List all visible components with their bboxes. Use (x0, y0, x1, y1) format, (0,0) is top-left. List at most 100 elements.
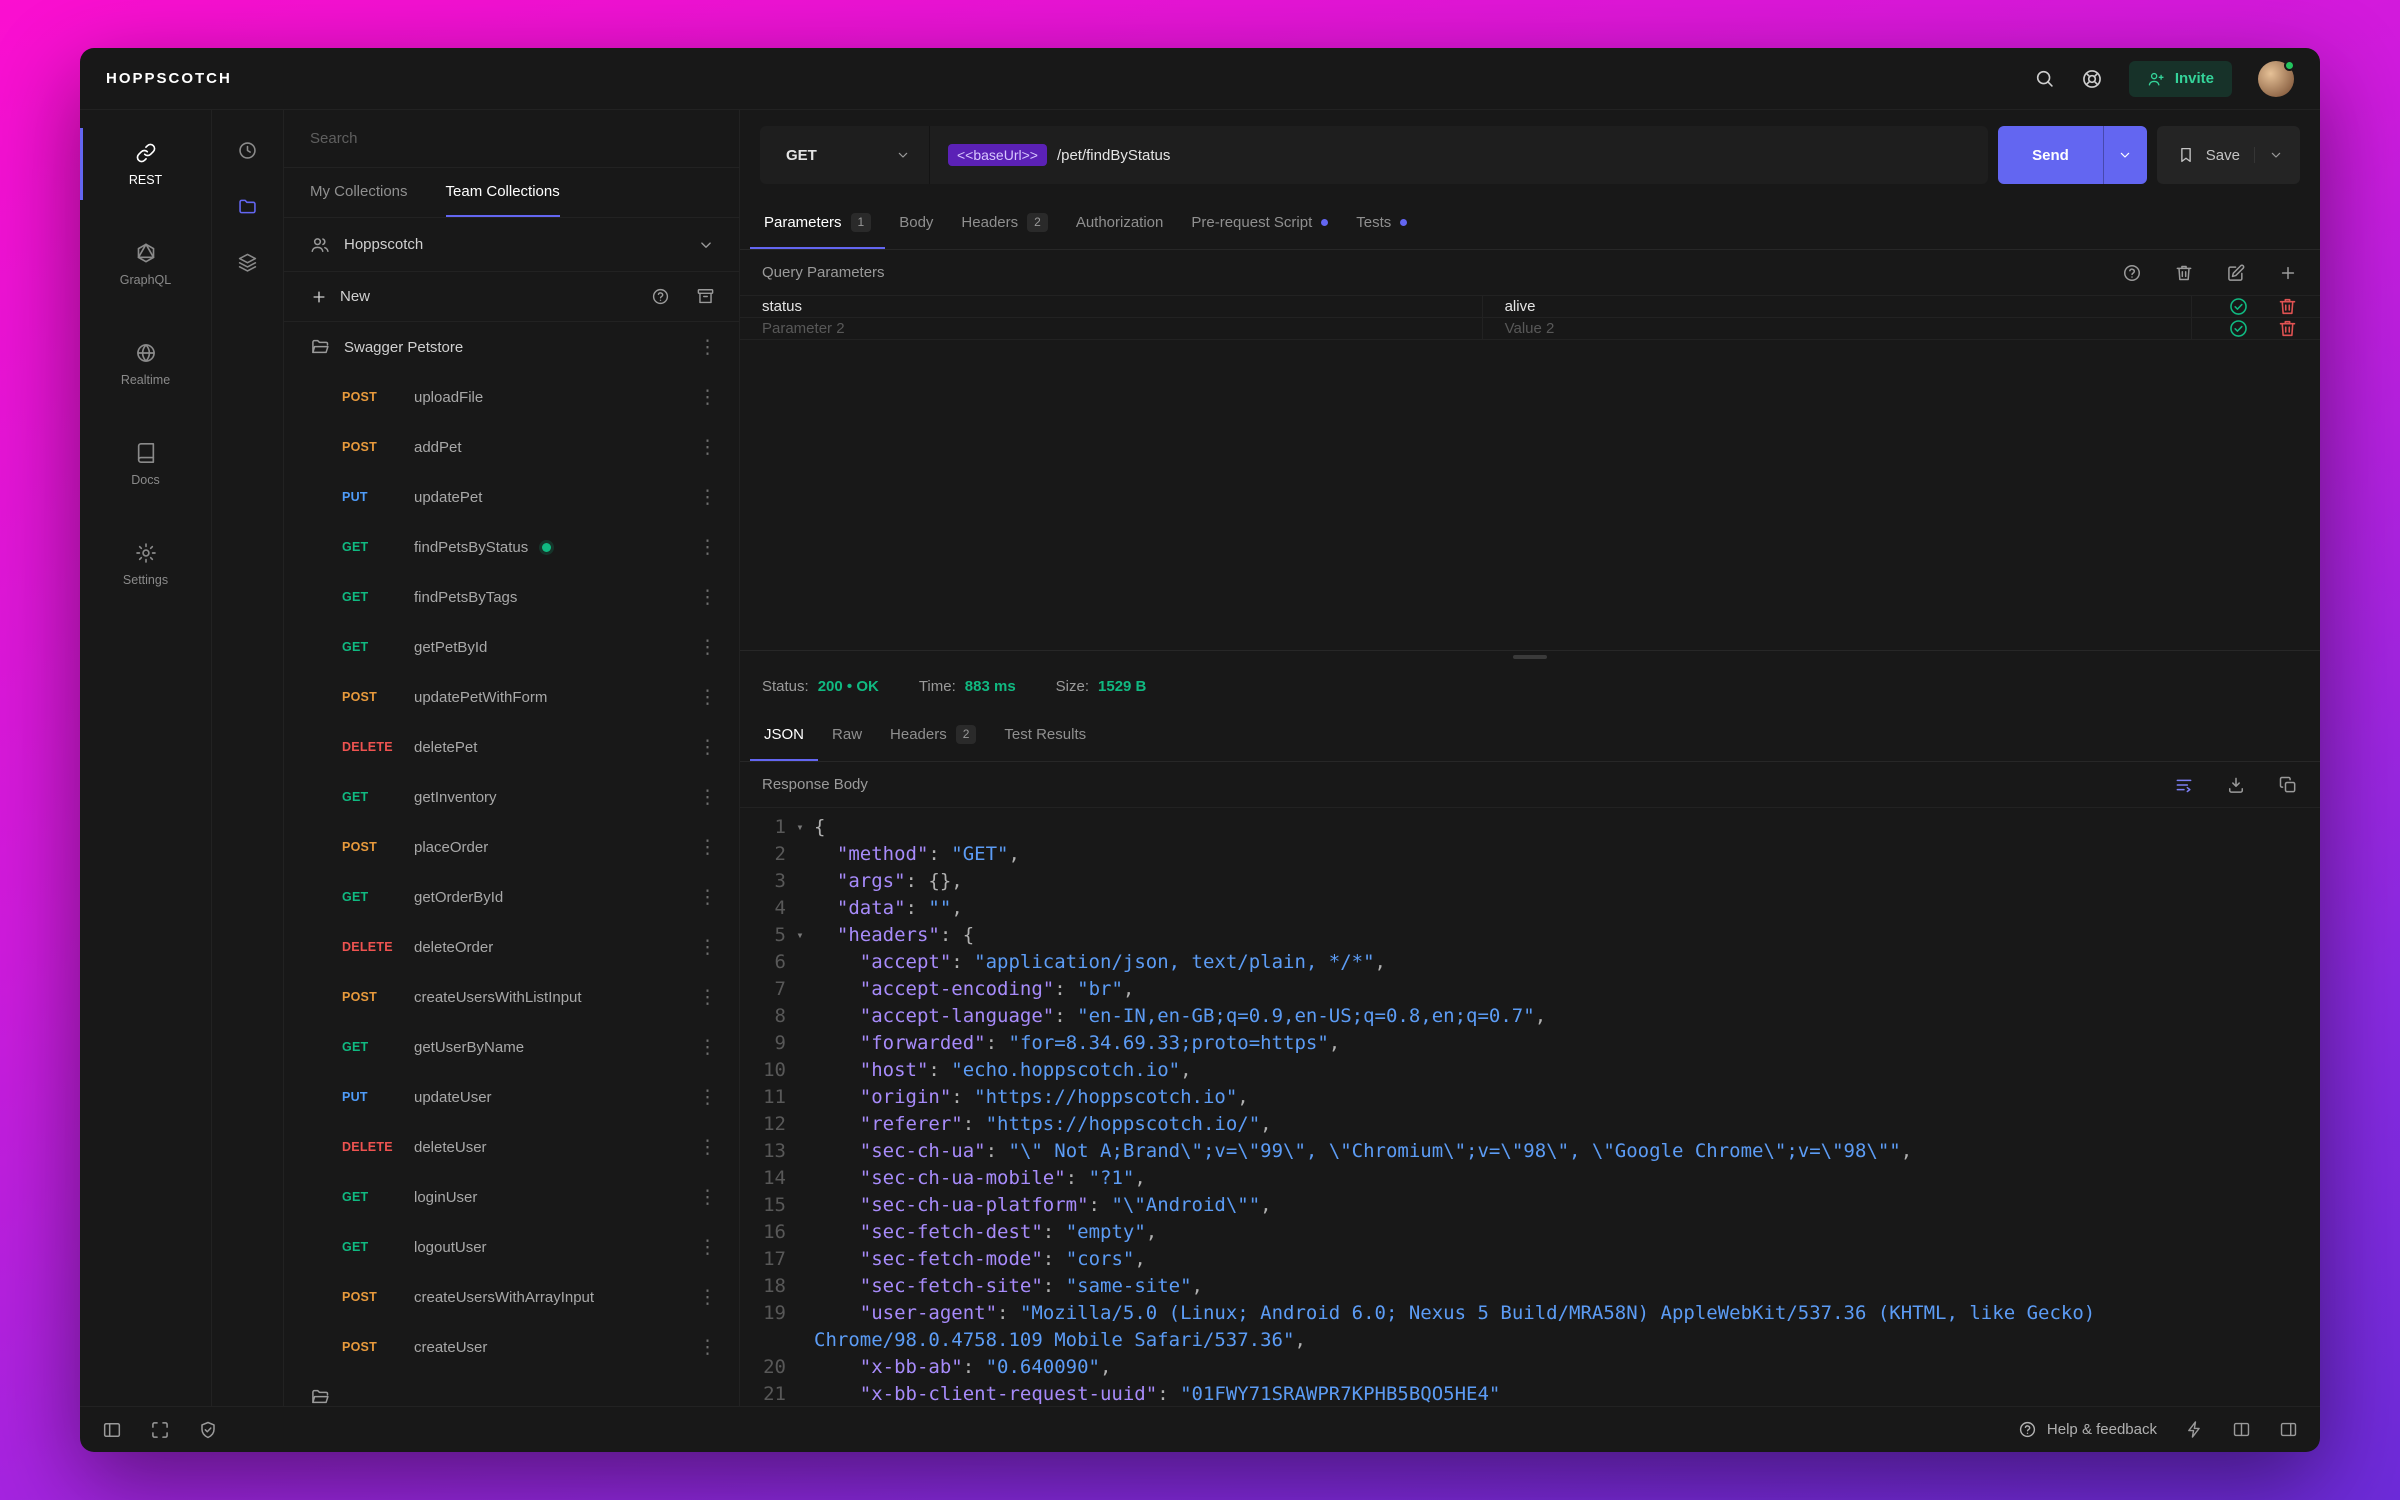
send-button[interactable]: Send (1998, 126, 2103, 184)
environment-variable-chip[interactable]: <<baseUrl>> (948, 144, 1047, 166)
method-select[interactable]: GET (760, 126, 930, 184)
avatar[interactable] (2258, 59, 2295, 97)
collection-request[interactable]: GET loginUser ⋮ (284, 1172, 739, 1222)
parameter-key-input[interactable]: status (740, 296, 1483, 317)
response-tab[interactable]: Headers 2 (876, 710, 990, 761)
request-tab[interactable]: Headers 2 (947, 198, 1061, 249)
nav-item-docs[interactable]: Docs (80, 414, 211, 514)
collection-folder-partial[interactable] (284, 1372, 739, 1406)
collection-folder[interactable]: Swagger Petstore ⋮ (284, 322, 739, 372)
clear-all-icon[interactable] (2174, 263, 2194, 283)
collection-request[interactable]: POST createUser ⋮ (284, 1322, 739, 1372)
request-tab[interactable]: Body (885, 198, 947, 249)
collections-tree[interactable]: Swagger Petstore ⋮ POST uploadFile ⋮ POS… (284, 322, 739, 1406)
fold-toggle-icon[interactable] (786, 1165, 814, 1192)
fold-toggle-icon[interactable] (786, 1381, 814, 1406)
add-parameter-icon[interactable] (2278, 263, 2298, 283)
collections-tab[interactable]: My Collections (310, 168, 408, 217)
request-menu-icon[interactable]: ⋮ (698, 488, 717, 507)
shortcuts-icon[interactable] (2185, 1420, 2204, 1439)
fold-toggle-icon[interactable] (786, 1219, 814, 1246)
fold-toggle-icon[interactable] (786, 1057, 814, 1084)
request-menu-icon[interactable]: ⋮ (698, 1238, 717, 1257)
collection-request[interactable]: POST addPet ⋮ (284, 422, 739, 472)
request-menu-icon[interactable]: ⋮ (698, 738, 717, 757)
nav-item-rest[interactable]: REST (80, 114, 211, 214)
fold-toggle-icon[interactable] (786, 1084, 814, 1111)
fold-toggle-icon[interactable] (786, 1300, 814, 1354)
fold-toggle-icon[interactable] (786, 1192, 814, 1219)
collection-request[interactable]: PUT updateUser ⋮ (284, 1072, 739, 1122)
request-menu-icon[interactable]: ⋮ (698, 588, 717, 607)
fold-toggle-icon[interactable] (786, 949, 814, 976)
request-menu-icon[interactable]: ⋮ (698, 1188, 717, 1207)
save-options-caret[interactable] (2254, 147, 2284, 163)
collection-request[interactable]: DELETE deletePet ⋮ (284, 722, 739, 772)
help-feedback-button[interactable]: Help & feedback (2018, 1420, 2157, 1439)
edit-icon[interactable] (2226, 263, 2246, 283)
collection-request[interactable]: POST placeOrder ⋮ (284, 822, 739, 872)
request-tab[interactable]: Authorization (1062, 198, 1178, 249)
nav-item-realtime[interactable]: Realtime (80, 314, 211, 414)
invite-button[interactable]: Invite (2128, 60, 2232, 97)
parameter-delete-icon[interactable] (2277, 296, 2298, 317)
request-menu-icon[interactable]: ⋮ (698, 838, 717, 857)
split-columns-icon[interactable] (2232, 1420, 2251, 1439)
request-menu-icon[interactable]: ⋮ (698, 538, 717, 557)
help-circle-icon[interactable] (2122, 263, 2142, 283)
response-tab[interactable]: Raw (818, 710, 876, 761)
nav-item-settings[interactable]: Settings (80, 514, 211, 614)
request-menu-icon[interactable]: ⋮ (698, 688, 717, 707)
wrap-lines-icon[interactable] (2174, 775, 2194, 795)
help-circle-icon[interactable] (651, 287, 670, 306)
search-input[interactable] (310, 130, 713, 147)
fold-toggle-icon[interactable] (786, 841, 814, 868)
fold-toggle-icon[interactable] (786, 1030, 814, 1057)
import-export-icon[interactable] (696, 287, 715, 306)
fold-toggle-icon[interactable] (786, 1138, 814, 1165)
collection-request[interactable]: POST updatePetWithForm ⋮ (284, 672, 739, 722)
fold-toggle-icon[interactable] (786, 1003, 814, 1030)
collection-request[interactable]: POST createUsersWithArrayInput ⋮ (284, 1272, 739, 1322)
request-menu-icon[interactable]: ⋮ (698, 988, 717, 1007)
request-tab[interactable]: Pre-request Script (1177, 198, 1342, 249)
request-menu-icon[interactable]: ⋮ (698, 1338, 717, 1357)
parameter-delete-icon[interactable] (2277, 318, 2298, 339)
panel-right-icon[interactable] (2279, 1420, 2298, 1439)
fold-toggle-icon[interactable] (786, 1273, 814, 1300)
url-input[interactable]: <<baseUrl>> /pet/findByStatus (930, 126, 1988, 184)
request-menu-icon[interactable]: ⋮ (698, 638, 717, 657)
nav-item-graphql[interactable]: GraphQL (80, 214, 211, 314)
collection-request[interactable]: POST createUsersWithListInput ⋮ (284, 972, 739, 1022)
parameter-active-toggle[interactable] (2228, 318, 2249, 339)
save-button[interactable]: Save (2156, 126, 2300, 184)
toggle-sidebar-icon[interactable] (102, 1420, 122, 1440)
collection-request[interactable]: POST uploadFile ⋮ (284, 372, 739, 422)
fold-toggle-icon[interactable] (786, 1354, 814, 1381)
request-menu-icon[interactable]: ⋮ (698, 1288, 717, 1307)
shield-check-icon[interactable] (198, 1420, 218, 1440)
request-menu-icon[interactable]: ⋮ (698, 938, 717, 957)
collection-request[interactable]: GET getOrderById ⋮ (284, 872, 739, 922)
expand-icon[interactable] (150, 1420, 170, 1440)
support-icon[interactable] (2081, 68, 2103, 90)
fold-toggle-icon[interactable]: ▾ (786, 922, 814, 949)
request-tab[interactable]: Tests (1342, 198, 1421, 249)
request-menu-icon[interactable]: ⋮ (698, 1038, 717, 1057)
environments-icon[interactable] (212, 234, 283, 290)
response-tab[interactable]: Test Results (990, 710, 1100, 761)
collection-request[interactable]: GET logoutUser ⋮ (284, 1222, 739, 1272)
collection-request[interactable]: GET getPetById ⋮ (284, 622, 739, 672)
collections-icon[interactable] (212, 178, 283, 234)
response-tab[interactable]: JSON (750, 710, 819, 761)
request-menu-icon[interactable]: ⋮ (698, 1088, 717, 1107)
fold-toggle-icon[interactable] (786, 1246, 814, 1273)
collection-request[interactable]: GET findPetsByTags ⋮ (284, 572, 739, 622)
new-collection-button[interactable]: New (340, 288, 370, 305)
parameter-value-input[interactable]: alive (1483, 296, 2192, 317)
collection-request[interactable]: GET findPetsByStatus ⋮ (284, 522, 739, 572)
team-selector[interactable]: Hoppscotch (284, 218, 739, 272)
request-menu-icon[interactable]: ⋮ (698, 888, 717, 907)
collection-request[interactable]: DELETE deleteOrder ⋮ (284, 922, 739, 972)
request-menu-icon[interactable]: ⋮ (698, 388, 717, 407)
